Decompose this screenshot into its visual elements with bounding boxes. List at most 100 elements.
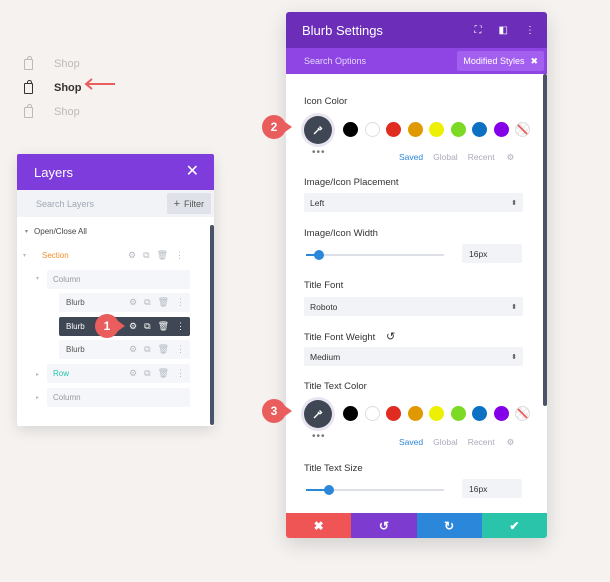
- open-close-all-label: Open/Close All: [34, 227, 87, 236]
- more-icon[interactable]: ⋮: [525, 25, 535, 36]
- color-swatch[interactable]: [386, 122, 401, 137]
- color-swatch[interactable]: [343, 122, 358, 137]
- color-swatch[interactable]: [472, 122, 487, 137]
- color-swatch[interactable]: [407, 406, 423, 421]
- layers-scrollbar[interactable]: [210, 225, 214, 425]
- step-badge-2: 2: [262, 115, 292, 139]
- tab-saved[interactable]: Saved: [399, 437, 423, 448]
- blurb-settings-header: Blurb Settings ⛶ ◧ ⋮: [286, 12, 547, 48]
- close-icon[interactable]: ✖: [530, 56, 538, 67]
- more-icon[interactable]: ⋮: [175, 250, 184, 261]
- caret-down-icon[interactable]: ▾: [36, 275, 39, 282]
- gear-icon[interactable]: ⚙: [129, 344, 137, 355]
- more-icon[interactable]: ⋮: [176, 368, 185, 379]
- layer-section[interactable]: Section ⚙ ⧉ 🗑 ⋮: [34, 246, 189, 265]
- caret-down-icon[interactable]: ▾: [23, 252, 26, 259]
- gear-icon[interactable]: ⚙: [507, 152, 515, 163]
- color-swatch[interactable]: [429, 406, 444, 421]
- panel-footer: ✖ ↺ ↻ ✔: [286, 513, 547, 538]
- no-color-swatch[interactable]: [515, 122, 530, 137]
- color-swatch[interactable]: [450, 406, 466, 421]
- header-actions: ⛶ ◧ ⋮: [475, 25, 535, 36]
- layers-search-input[interactable]: Search Layers: [36, 199, 94, 209]
- size-slider-knob[interactable]: [324, 485, 334, 495]
- more-icon[interactable]: ⋮: [176, 344, 185, 355]
- duplicate-icon[interactable]: ⧉: [144, 344, 150, 355]
- tab-recent[interactable]: Recent: [468, 152, 495, 163]
- gear-icon[interactable]: ⚙: [128, 250, 136, 261]
- title-color-label: Title Text Color: [304, 381, 367, 392]
- more-dots-icon[interactable]: •••: [312, 147, 326, 158]
- width-value-input[interactable]: 16px: [462, 244, 522, 263]
- shop-menu-item-active[interactable]: Shop: [24, 76, 82, 100]
- size-value-input[interactable]: 16px: [462, 479, 522, 498]
- caret-right-icon[interactable]: ▸: [36, 371, 39, 378]
- placement-select[interactable]: Left ⬍: [304, 193, 523, 212]
- layer-blurb[interactable]: Blurb ⚙ ⧉ 🗑 ⋮: [59, 340, 190, 359]
- modified-styles-button[interactable]: Modified Styles ✖: [457, 51, 544, 71]
- title-weight-select[interactable]: Medium ⬍: [304, 347, 523, 366]
- color-swatch[interactable]: [407, 122, 423, 137]
- close-icon[interactable]: ✕: [186, 164, 199, 180]
- gear-icon[interactable]: ⚙: [129, 321, 137, 332]
- trash-icon[interactable]: 🗑: [158, 321, 169, 332]
- undo-button[interactable]: ↺: [351, 513, 417, 538]
- color-swatch[interactable]: [493, 406, 509, 421]
- layer-actions: ⚙ ⧉ 🗑 ⋮: [129, 340, 185, 359]
- layer-actions: ⚙ ⧉ 🗑 ⋮: [129, 293, 185, 312]
- settings-scrollbar[interactable]: [543, 74, 547, 406]
- duplicate-icon[interactable]: ⧉: [144, 297, 150, 308]
- color-swatch[interactable]: [493, 122, 509, 137]
- duplicate-icon[interactable]: ⧉: [144, 321, 150, 332]
- trash-icon[interactable]: 🗑: [157, 250, 168, 261]
- duplicate-icon[interactable]: ⧉: [144, 368, 150, 379]
- trash-icon[interactable]: 🗑: [158, 344, 169, 355]
- redo-button[interactable]: ↻: [416, 513, 482, 538]
- layer-column[interactable]: Column: [47, 388, 190, 407]
- sidebar-toggle-icon[interactable]: ◧: [499, 25, 508, 36]
- layer-column[interactable]: Column: [47, 270, 190, 289]
- fullscreen-icon[interactable]: ⛶: [475, 25, 482, 36]
- gear-icon[interactable]: ⚙: [129, 368, 137, 379]
- shop-menu-item[interactable]: Shop: [24, 52, 82, 76]
- color-swatch[interactable]: [343, 406, 358, 421]
- layer-blurb[interactable]: Blurb ⚙ ⧉ 🗑 ⋮: [59, 293, 190, 312]
- duplicate-icon[interactable]: ⧉: [143, 250, 149, 261]
- trash-icon[interactable]: 🗑: [158, 368, 169, 379]
- more-dots-icon[interactable]: •••: [312, 431, 326, 442]
- reset-icon[interactable]: ↺: [386, 330, 395, 343]
- caret-right-icon[interactable]: ▸: [36, 394, 39, 401]
- layers-header: Layers ✕: [17, 154, 214, 190]
- title-color-tabs: Saved Global Recent ⚙: [399, 437, 514, 448]
- search-options-input[interactable]: Search Options: [304, 56, 366, 66]
- color-swatch[interactable]: [386, 406, 401, 421]
- width-slider-track[interactable]: [306, 254, 444, 256]
- more-icon[interactable]: ⋮: [176, 297, 185, 308]
- color-swatch[interactable]: [450, 122, 466, 137]
- gear-icon[interactable]: ⚙: [507, 437, 515, 448]
- tab-global[interactable]: Global: [433, 152, 458, 163]
- gear-icon[interactable]: ⚙: [129, 297, 137, 308]
- width-slider-knob[interactable]: [314, 250, 324, 260]
- color-swatch[interactable]: [364, 406, 380, 421]
- open-close-all[interactable]: ▾ Open/Close All: [25, 227, 87, 236]
- color-swatch[interactable]: [364, 122, 380, 137]
- save-button[interactable]: ✔: [481, 513, 547, 538]
- shop-menu-item[interactable]: Shop: [24, 100, 82, 124]
- layer-row[interactable]: Row ⚙ ⧉ 🗑 ⋮: [47, 364, 190, 383]
- tab-saved[interactable]: Saved: [399, 152, 423, 163]
- color-swatch[interactable]: [472, 406, 487, 421]
- filter-button[interactable]: + Filter: [166, 193, 211, 214]
- trash-icon[interactable]: 🗑: [158, 297, 169, 308]
- tab-recent[interactable]: Recent: [468, 437, 495, 448]
- more-icon[interactable]: ⋮: [176, 321, 185, 332]
- eyedropper-icon[interactable]: [304, 400, 332, 428]
- discard-button[interactable]: ✖: [286, 513, 352, 538]
- no-color-swatch[interactable]: [515, 406, 530, 421]
- title-font-select[interactable]: Roboto ⬍: [304, 297, 523, 316]
- eyedropper-icon[interactable]: [304, 116, 332, 144]
- tab-global[interactable]: Global: [433, 437, 458, 448]
- panel-title: Blurb Settings: [302, 22, 383, 38]
- color-swatch[interactable]: [429, 122, 444, 137]
- layer-blurb-label: Blurb: [66, 298, 85, 307]
